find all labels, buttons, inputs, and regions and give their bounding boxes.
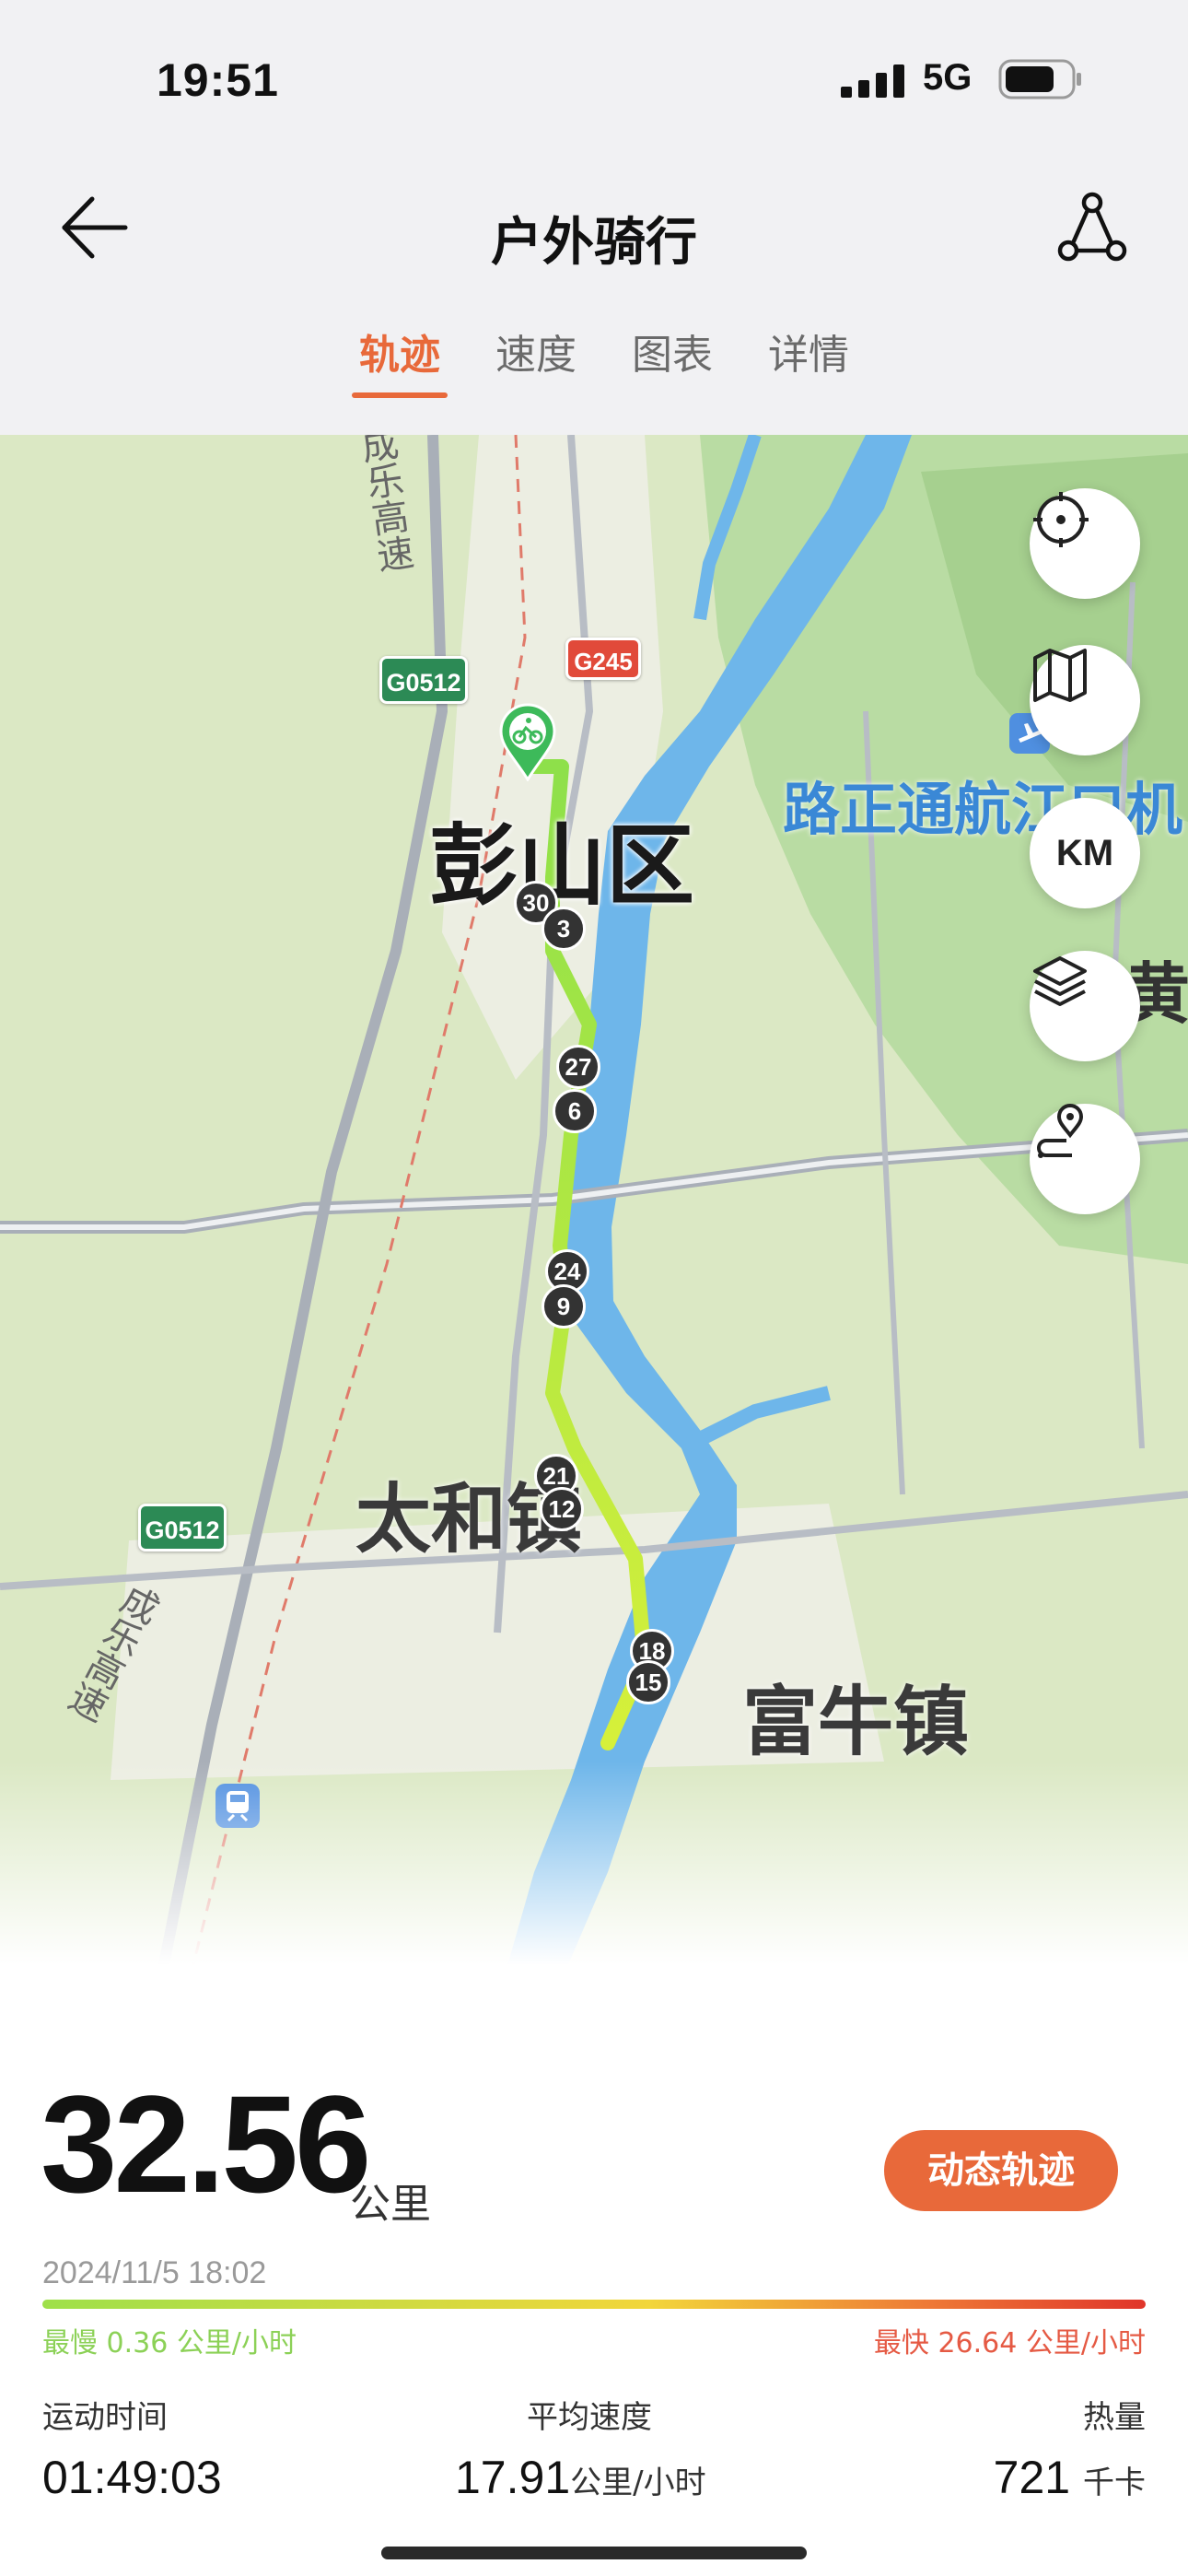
slowest-speed: 最慢 0.36 公里/小时 [42,2327,297,2359]
avg-speed-value: 17.91 [455,2452,571,2503]
avg-speed-unit: 公里/小时 [570,2465,706,2501]
status-time: 19:51 [157,54,279,106]
map-fade-overlay [0,1762,1188,1983]
dynamic-track-button[interactable]: 动态轨迹 [884,2130,1118,2211]
tab-bar: 轨迹 速度 图表 详情 [332,328,877,411]
page-title: 户外骑行 [491,213,697,273]
speed-gradient-bar [42,2300,1146,2309]
shield-g0512-north: G0512 [379,656,468,704]
tab-details[interactable]: 详情 [740,328,877,411]
layers-button[interactable] [1030,951,1140,1061]
map-style-button[interactable] [1030,645,1140,755]
calories-unit: 千卡 [1083,2465,1146,2501]
activity-date: 2024/11/5 18:02 [42,2255,267,2290]
label-district: 彭山区 [429,814,694,918]
locate-button[interactable] [1030,488,1140,599]
km-marker: 3 [542,907,586,951]
calories-value: 721 [993,2452,1071,2503]
route-map[interactable]: 彭山区 太和镇 富牛镇 路正通航江口机 黄 成乐高速 成乐高速 G0512 G2… [0,435,1188,1983]
battery-icon [998,59,1081,100]
km-marker: 27 [556,1045,600,1089]
route-share-icon[interactable] [1050,186,1133,269]
km-toggle-label: KM [1055,832,1114,873]
km-marker: 12 [540,1487,584,1531]
label-town-funiu: 富牛镇 [742,1679,970,1766]
km-marker: 6 [553,1089,597,1133]
layers-icon [1033,956,1087,1006]
route-pin-button[interactable] [1030,1104,1140,1214]
km-marker: 9 [542,1284,586,1329]
metric-value-duration: 01:49:03 [42,2451,222,2504]
header: 户外骑行 轨迹 速度 图表 详情 [0,157,1188,435]
fastest-speed: 最快 26.64 公里/小时 [873,2327,1146,2359]
summary-panel: 32.56 公里 动态轨迹 2024/11/5 18:02 最慢 0.36 公里… [0,1983,1188,2576]
km-toggle-button[interactable]: KM [1030,798,1140,908]
status-bar: 19:51 5G [0,0,1188,157]
locate-icon [1033,492,1089,547]
map-icon [1033,649,1087,702]
tab-speed[interactable]: 速度 [468,328,604,411]
signal-icon [841,64,904,98]
metric-label-calories: 热量 [1083,2399,1146,2436]
distance-unit: 公里 [350,2181,431,2228]
route-pin-icon [1037,1104,1084,1158]
duration-value: 01:49:03 [42,2452,222,2503]
shield-g0512-south: G0512 [138,1504,227,1551]
km-marker: 15 [626,1660,670,1704]
tab-track[interactable]: 轨迹 [332,328,468,411]
total-distance: 32.56 [41,2067,371,2221]
start-bike-marker [499,703,556,781]
metric-label-duration: 运动时间 [42,2399,168,2436]
metric-label-avg-speed: 平均速度 [527,2399,652,2436]
metric-value-avg-speed: 17.91公里/小时 [455,2451,706,2504]
home-indicator[interactable] [381,2547,807,2559]
shield-g245: G245 [565,638,641,680]
app-root: 19:51 5G 户外骑行 轨迹 速度 图表 详情 彭山区 太和镇 富牛镇 路正… [0,0,1188,2576]
tab-chart[interactable]: 图表 [604,328,740,411]
metric-value-calories: 721 千卡 [994,2451,1146,2504]
network-type: 5G [923,57,973,98]
